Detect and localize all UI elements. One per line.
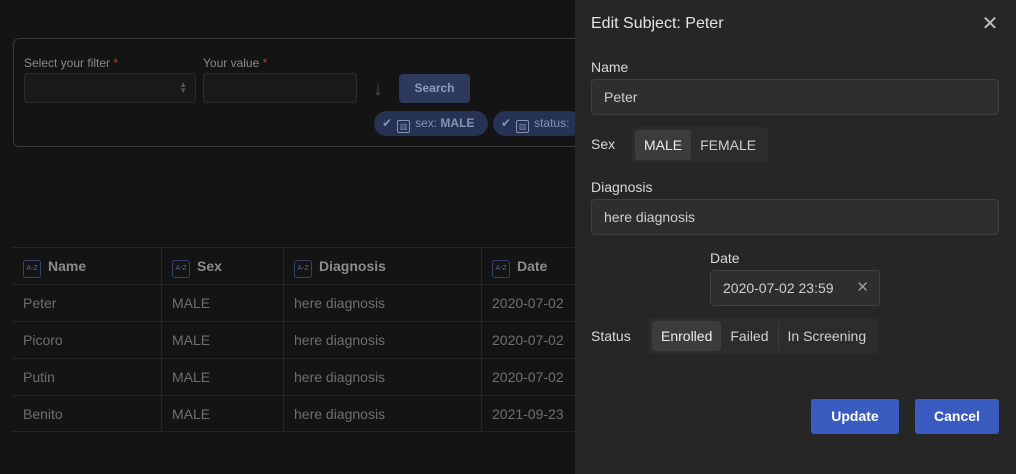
table-row[interactable]: Peter MALE here diagnosis 2020-07-02 (13, 285, 593, 322)
cell-name: Peter (23, 295, 57, 311)
cell-sex: MALE (161, 285, 283, 321)
filter-value-label: Your value * (203, 56, 268, 70)
chip-key: sex: (415, 116, 438, 130)
subjects-table: A-Z Name A-Z Sex A-Z Diagnosis A-Z Date Pete… (13, 247, 593, 432)
filter-select[interactable]: ▲ ▼ (24, 73, 196, 103)
chevron-updown-icon: ▲ ▼ (179, 80, 187, 95)
column-header-sex[interactable]: A-Z Sex (161, 248, 283, 284)
filter-select-label: Select your filter * (24, 56, 119, 70)
arrow-down-icon[interactable]: ↓ (365, 75, 391, 103)
clear-icon[interactable]: ✕ (856, 271, 869, 305)
cell-name: Benito (23, 406, 63, 422)
cell-name: Putin (23, 369, 55, 385)
date-picker[interactable]: 2020-07-02 23:59 ✕ (710, 270, 880, 306)
name-field[interactable]: Peter (591, 79, 999, 115)
date-label: Date (710, 250, 740, 266)
table-header-row: A-Z Name A-Z Sex A-Z Diagnosis A-Z Date (13, 248, 593, 285)
diagnosis-label: Diagnosis (591, 179, 653, 195)
diagnosis-field[interactable]: here diagnosis (591, 199, 999, 235)
trash-icon[interactable]: ▥ (516, 120, 530, 133)
sex-option-female[interactable]: FEMALE (691, 130, 765, 160)
sort-az-icon[interactable]: A-Z (492, 260, 510, 278)
cell-diagnosis: here diagnosis (283, 359, 481, 395)
status-option-failed[interactable]: Failed (721, 321, 777, 351)
update-button[interactable]: Update (811, 399, 899, 434)
cell-sex: MALE (161, 359, 283, 395)
status-option-enrolled[interactable]: Enrolled (652, 321, 722, 351)
check-icon: ✔ (382, 116, 393, 130)
check-icon: ✔ (501, 116, 512, 130)
cell-diagnosis: here diagnosis (283, 396, 481, 431)
chip-value: MALE (440, 116, 475, 130)
cell-sex: MALE (161, 396, 283, 431)
filter-chip-status[interactable]: ✔ ▥ status: (493, 111, 583, 136)
sex-segmented-control: MALE FEMALE (632, 127, 769, 163)
status-segmented-control: Enrolled Failed In Screening (649, 318, 879, 354)
cell-sex: MALE (161, 322, 283, 358)
cell-diagnosis: here diagnosis (283, 285, 481, 321)
cancel-button[interactable]: Cancel (915, 399, 999, 434)
date-value: 2020-07-02 23:59 (723, 280, 834, 296)
column-header-diagnosis[interactable]: A-Z Diagnosis (283, 248, 481, 284)
sex-label: Sex (591, 136, 616, 152)
status-option-in-screening[interactable]: In Screening (777, 321, 876, 351)
search-button[interactable]: Search (399, 74, 470, 103)
close-icon[interactable]: ✕ (979, 14, 1001, 36)
table-row[interactable]: Putin MALE here diagnosis 2020-07-02 (13, 359, 593, 396)
status-label: Status (591, 328, 631, 344)
table-row[interactable]: Picoro MALE here diagnosis 2020-07-02 (13, 322, 593, 359)
table-row[interactable]: Benito MALE here diagnosis 2021-09-23 (13, 396, 593, 432)
name-label: Name (591, 59, 629, 75)
sort-az-icon[interactable]: A-Z (294, 260, 312, 278)
sort-az-icon[interactable]: A-Z (172, 260, 190, 278)
sex-option-male[interactable]: MALE (635, 130, 692, 160)
sort-az-icon[interactable]: A-Z (23, 260, 41, 278)
chip-key: status: (534, 116, 570, 130)
drawer-title: Edit Subject: Peter (591, 15, 724, 32)
column-header-name[interactable]: A-Z Name (13, 248, 161, 284)
filter-chip-sex[interactable]: ✔ ▥ sex: MALE (374, 111, 488, 136)
filter-value-input[interactable] (203, 73, 357, 103)
edit-subject-drawer: Edit Subject: Peter ✕ Name Peter Sex MAL… (575, 0, 1016, 474)
cell-name: Picoro (23, 332, 63, 348)
trash-icon[interactable]: ▥ (397, 120, 411, 133)
cell-diagnosis: here diagnosis (283, 322, 481, 358)
